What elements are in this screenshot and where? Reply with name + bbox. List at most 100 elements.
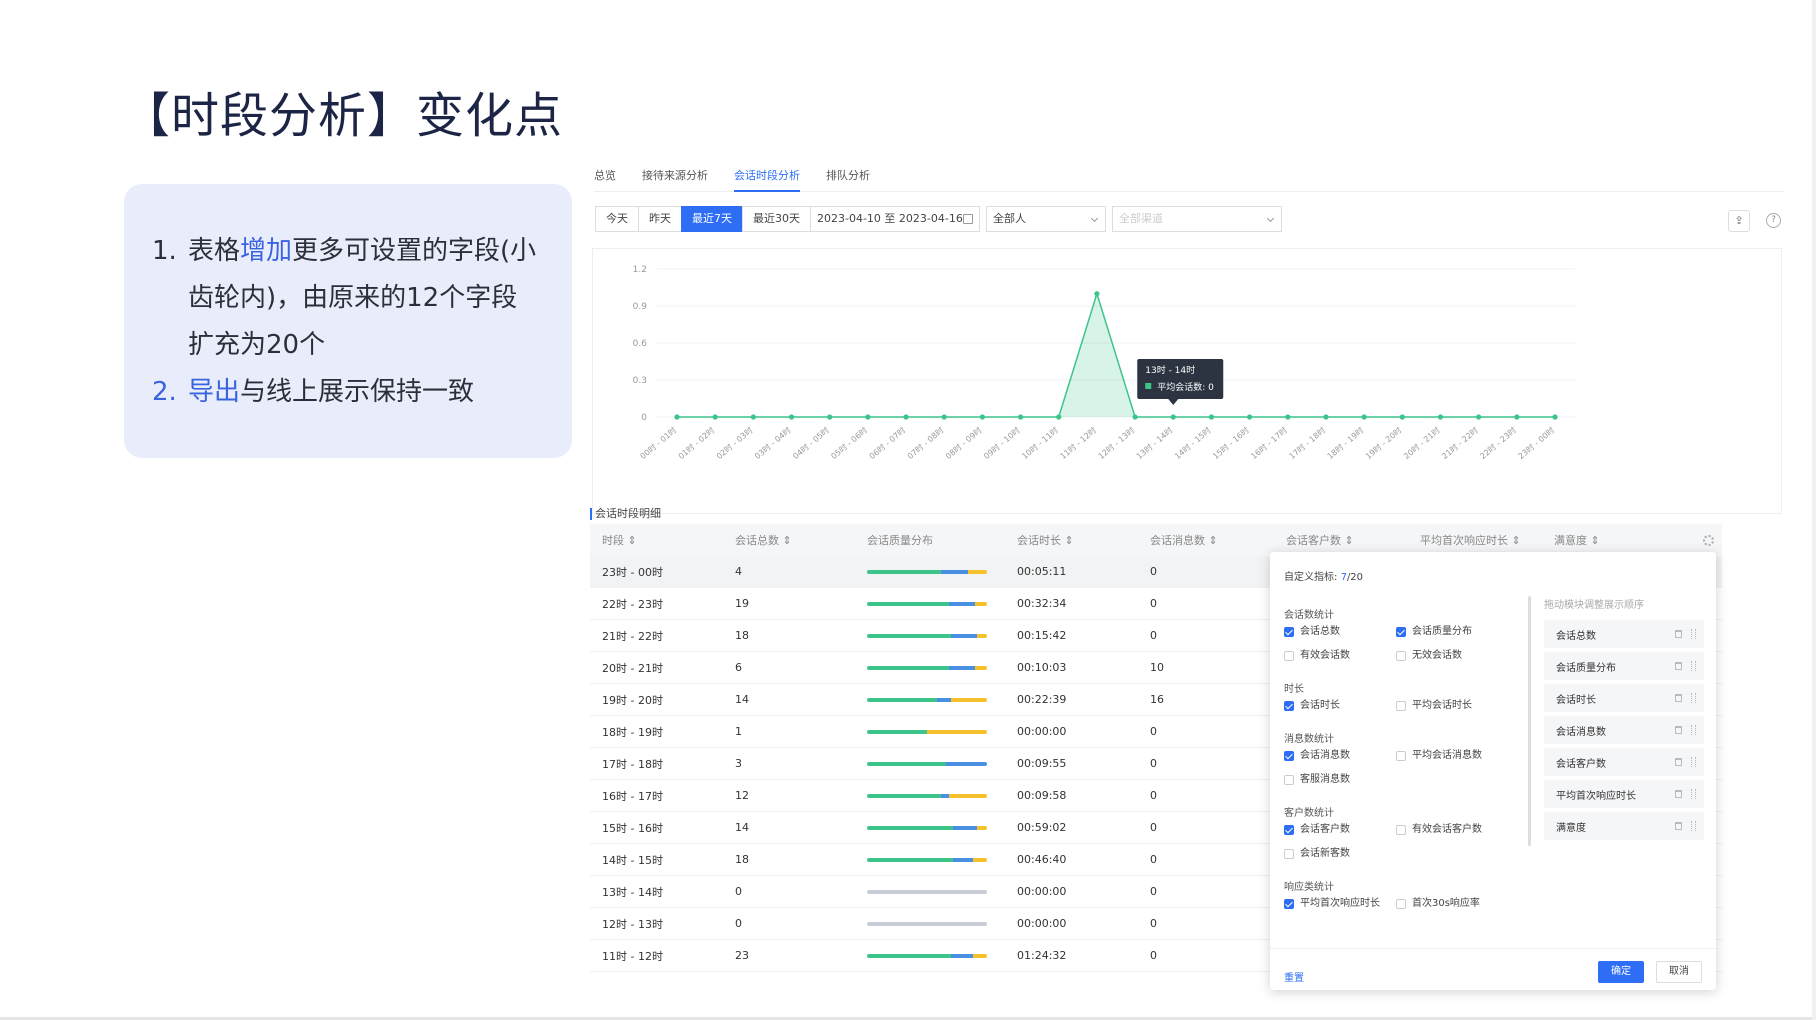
reset-link[interactable]: 重置: [1284, 969, 1304, 984]
person-select[interactable]: 全部人: [986, 206, 1106, 232]
x-tick-label: 06时 - 07时: [867, 425, 907, 461]
x-tick-label: 16时 - 17时: [1249, 425, 1289, 461]
metric-checkbox[interactable]: 有效会话客户数: [1396, 824, 1508, 848]
metric-checkbox[interactable]: 会话新客数: [1284, 848, 1396, 872]
header-customers[interactable]: 会话客户数 ⇕: [1274, 532, 1408, 548]
metric-checkbox[interactable]: 客服消息数: [1284, 774, 1396, 798]
trash-icon[interactable]: [1675, 790, 1682, 798]
checkbox-icon[interactable]: [1396, 825, 1406, 835]
header-messages[interactable]: 会话消息数 ⇕: [1140, 532, 1274, 548]
quality-bar: [867, 633, 987, 638]
confirm-button[interactable]: 确定: [1598, 961, 1644, 983]
tab-source[interactable]: 接待来源分析: [642, 168, 708, 192]
trash-icon[interactable]: [1675, 662, 1682, 670]
drag-handle-icon[interactable]: [1691, 821, 1696, 831]
slide-title: 【时段分析】变化点: [122, 88, 564, 144]
total-cell: 1: [735, 725, 742, 738]
metric-checkbox[interactable]: 平均首次响应时长: [1284, 898, 1396, 922]
quality-bar: [867, 921, 987, 926]
metric-group-title: 响应类统计: [1284, 882, 1334, 893]
drag-handle-icon[interactable]: [1691, 629, 1696, 639]
drag-handle-icon[interactable]: [1691, 693, 1696, 703]
metric-group: 响应类统计平均首次响应时长 首次30s响应率: [1284, 878, 1524, 922]
metric-checkbox[interactable]: 有效会话数: [1284, 650, 1396, 674]
trash-icon[interactable]: [1675, 822, 1682, 830]
messages-cell: 0: [1150, 949, 1157, 962]
header-total[interactable]: 会话总数 ⇕: [723, 532, 857, 548]
checkbox-icon[interactable]: [1396, 751, 1406, 761]
date-range-picker[interactable]: 2023-04-10 至 2023-04-16: [810, 206, 980, 232]
drag-handle-icon[interactable]: [1691, 789, 1696, 799]
quick-yesterday-button[interactable]: 昨天: [638, 206, 682, 232]
drag-handle-icon[interactable]: [1691, 661, 1696, 671]
tab-queue[interactable]: 排队分析: [826, 168, 870, 192]
help-icon[interactable]: ?: [1766, 213, 1781, 228]
messages-cell: 0: [1150, 853, 1157, 866]
metric-checkbox[interactable]: 会话质量分布: [1396, 626, 1508, 650]
checkbox-icon[interactable]: [1284, 627, 1294, 637]
quick-today-button[interactable]: 今天: [595, 206, 639, 232]
channel-select[interactable]: 全部渠道: [1112, 206, 1282, 232]
data-point: [1399, 414, 1405, 420]
checkbox-icon[interactable]: [1396, 627, 1406, 637]
header-first-response[interactable]: 平均首次响应时长 ⇕: [1408, 532, 1542, 548]
quality-segment: [977, 825, 987, 830]
sort-item[interactable]: 满意度: [1544, 812, 1704, 840]
header-satisfaction[interactable]: 满意度 ⇕: [1542, 532, 1642, 548]
checkbox-icon[interactable]: [1284, 825, 1294, 835]
checkbox-icon[interactable]: [1284, 701, 1294, 711]
checkbox-icon[interactable]: [1284, 899, 1294, 909]
metric-checkbox[interactable]: 平均会话时长: [1396, 700, 1508, 724]
trash-icon[interactable]: [1675, 694, 1682, 702]
sort-item[interactable]: 会话客户数: [1544, 748, 1704, 776]
header-period[interactable]: 时段 ⇕: [590, 532, 723, 548]
quick-30days-button[interactable]: 最近30天: [742, 206, 811, 232]
metric-checkbox[interactable]: 首次30s响应率: [1396, 898, 1508, 922]
export-icon[interactable]: ⇪: [1728, 210, 1750, 232]
checkbox-icon[interactable]: [1396, 651, 1406, 661]
drag-handle-icon[interactable]: [1691, 725, 1696, 735]
checkbox-icon[interactable]: [1396, 701, 1406, 711]
sort-item[interactable]: 会话消息数: [1544, 716, 1704, 744]
metric-checkbox[interactable]: 会话总数: [1284, 626, 1396, 650]
note-text: 表格增加更多可设置的字段(小齿轮内)，由原来的12个字段扩充为20个: [188, 236, 537, 360]
checkbox-icon[interactable]: [1284, 775, 1294, 785]
quality-segment: [948, 665, 975, 670]
quick-7days-button[interactable]: 最近7天: [681, 206, 743, 232]
cancel-button[interactable]: 取消: [1656, 961, 1702, 983]
sort-item[interactable]: 会话总数: [1544, 620, 1704, 648]
metric-checkbox[interactable]: 会话消息数: [1284, 750, 1396, 774]
sort-item-label: 会话客户数: [1556, 758, 1606, 770]
checkbox-icon[interactable]: [1396, 899, 1406, 909]
trash-icon[interactable]: [1675, 726, 1682, 734]
trash-icon[interactable]: [1675, 630, 1682, 638]
metric-label: 平均首次响应时长: [1300, 898, 1380, 909]
sort-item[interactable]: 会话时长: [1544, 684, 1704, 712]
header-duration[interactable]: 会话时长 ⇕: [1007, 532, 1140, 548]
checkbox-icon[interactable]: [1284, 751, 1294, 761]
tab-period[interactable]: 会话时段分析: [734, 168, 800, 192]
scrollbar[interactable]: [1528, 596, 1531, 846]
metric-group: 时长 会话时长 平均会话时长: [1284, 680, 1524, 724]
checkbox-icon[interactable]: [1284, 651, 1294, 661]
checkbox-icon[interactable]: [1284, 849, 1294, 859]
sort-item[interactable]: 会话质量分布: [1544, 652, 1704, 680]
drag-handle-icon[interactable]: [1691, 757, 1696, 767]
tab-overview[interactable]: 总览: [594, 168, 616, 192]
metric-checkbox[interactable]: 会话客户数: [1284, 824, 1396, 848]
total-cell: 18: [735, 629, 749, 642]
gear-icon[interactable]: [1703, 535, 1714, 546]
duration-cell: 01:24:32: [1017, 949, 1067, 962]
quality-segment: [951, 953, 973, 958]
metric-group: 消息数统计 会话消息数 平均会话消息数 客服消息数: [1284, 730, 1524, 798]
metric-checkbox[interactable]: 平均会话消息数: [1396, 750, 1508, 774]
quality-segment: [867, 569, 942, 574]
quality-cell: [857, 633, 1007, 638]
metric-checkbox[interactable]: 会话时长: [1284, 700, 1396, 724]
custom-metrics-panel: 自定义指标: 7/20 会话数统计 会话总数 会话质量分布 有效会话数 无效会话数 时长会…: [1270, 552, 1716, 990]
sort-item[interactable]: 平均首次响应时长: [1544, 780, 1704, 808]
metric-checkbox[interactable]: 无效会话数: [1396, 650, 1508, 674]
trash-icon[interactable]: [1675, 758, 1682, 766]
total-cell: 3: [735, 757, 742, 770]
tooltip-arrow: [1168, 399, 1179, 405]
